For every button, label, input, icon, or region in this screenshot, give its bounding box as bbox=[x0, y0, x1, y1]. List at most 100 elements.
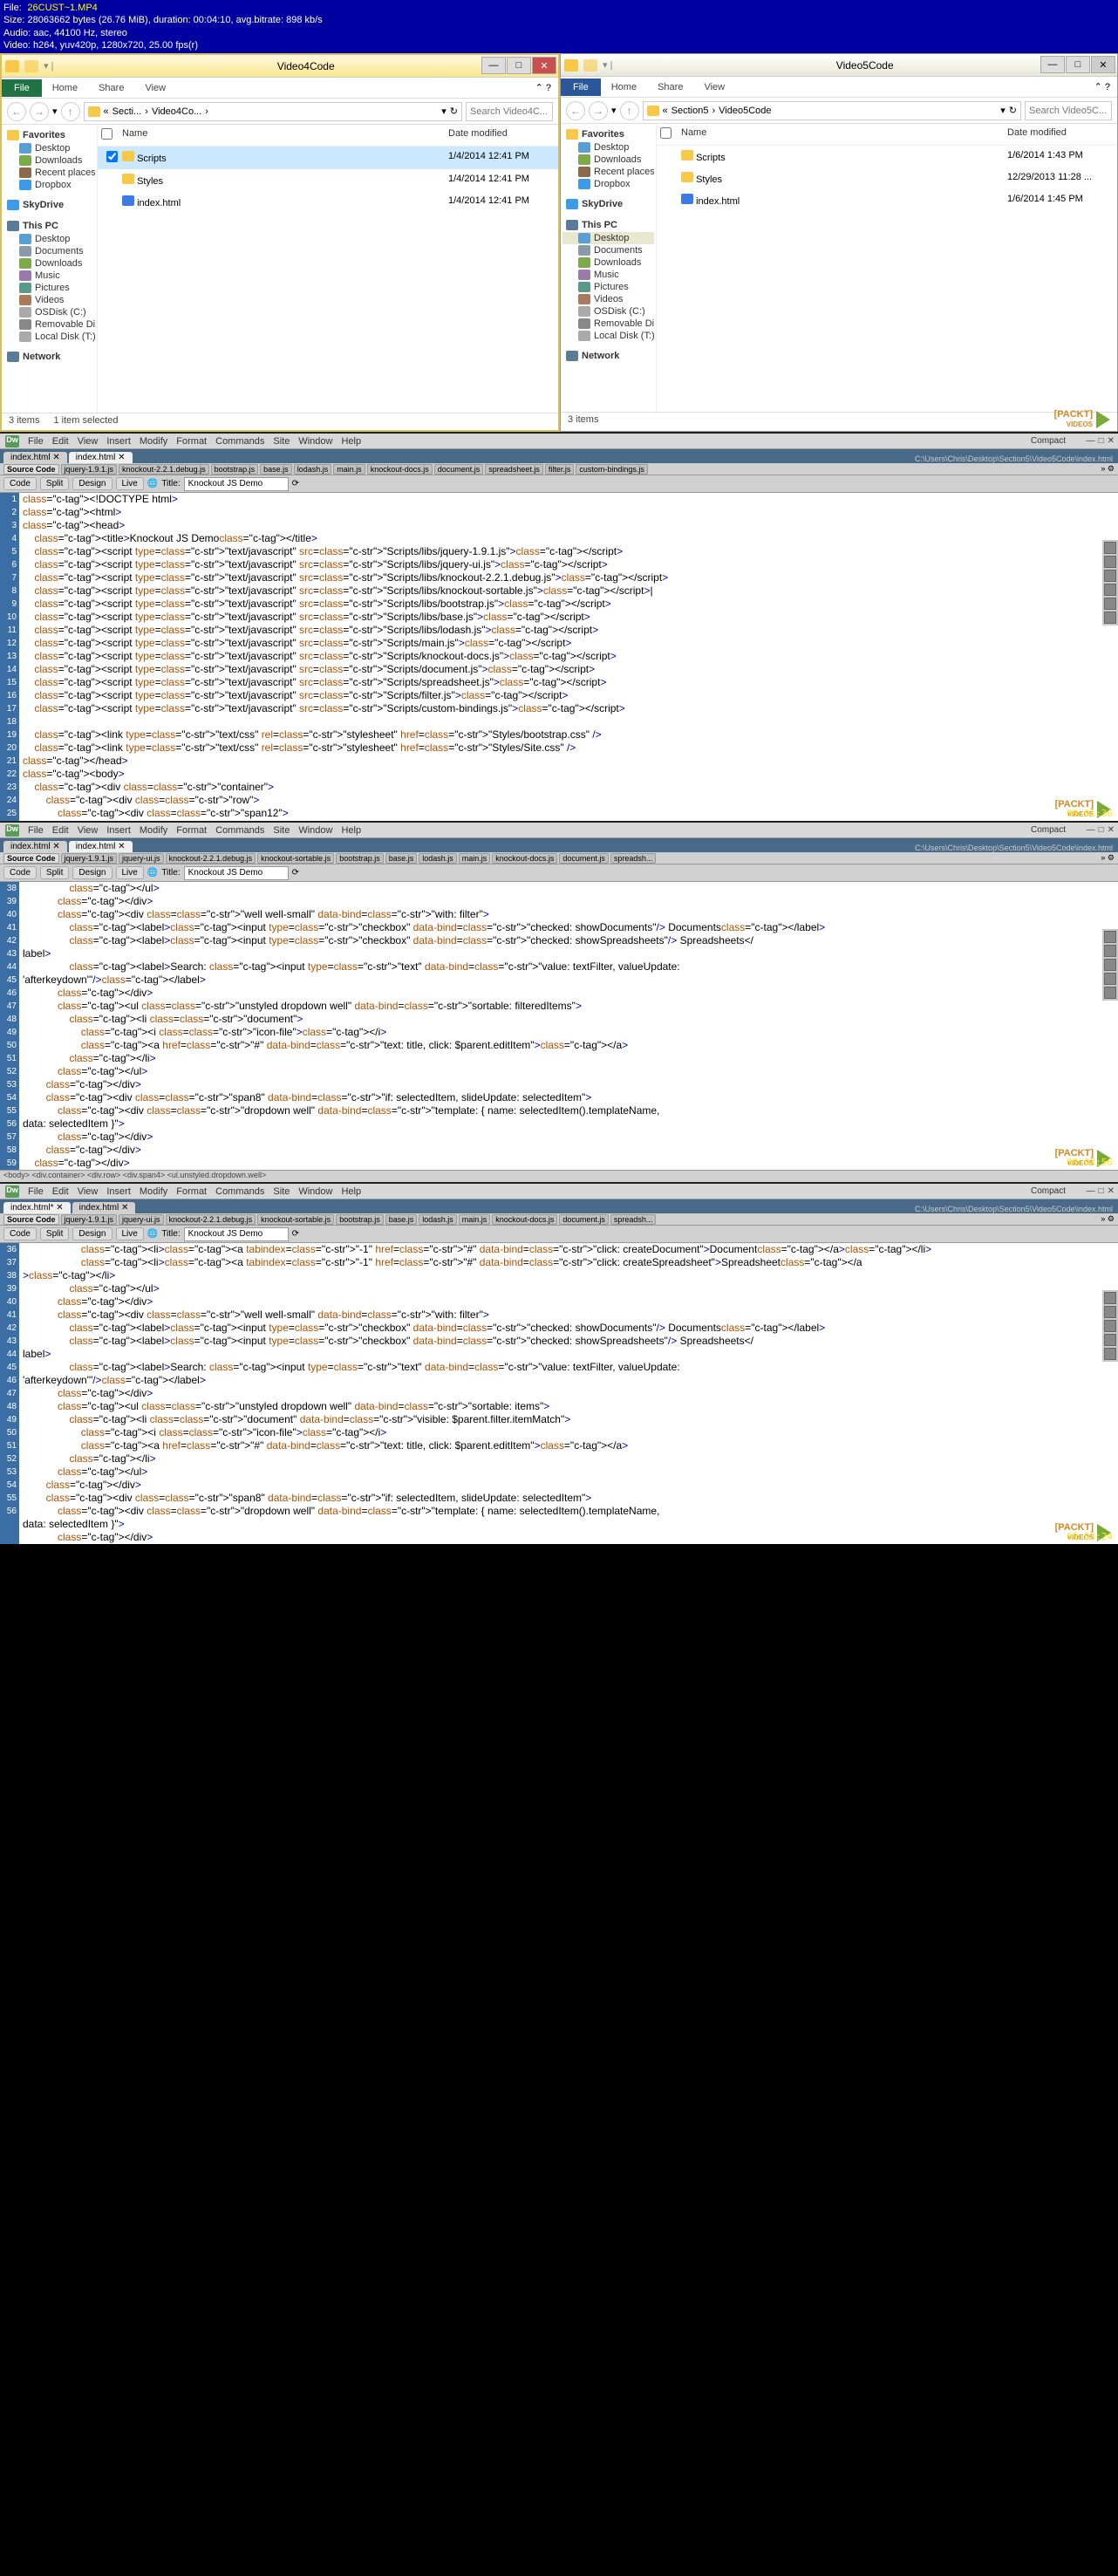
tool-icon[interactable] bbox=[1104, 598, 1116, 610]
maximize-icon[interactable]: □ bbox=[1099, 436, 1104, 446]
file-row[interactable]: index.html 1/6/2014 1:45 PM bbox=[657, 189, 1117, 211]
nav-pc-osdisk[interactable]: OSDisk (C:) bbox=[3, 306, 95, 318]
nav-pc-desktop[interactable]: Desktop bbox=[3, 233, 95, 245]
src-tab[interactable]: base.js bbox=[385, 1214, 418, 1225]
nav-pc-pictures[interactable]: Pictures bbox=[562, 281, 654, 293]
expand-icon[interactable]: ⌃ ? bbox=[528, 82, 558, 93]
col-name[interactable]: Name bbox=[119, 125, 445, 146]
tool-icon[interactable] bbox=[1104, 1306, 1116, 1318]
menu-insert[interactable]: Insert bbox=[106, 1186, 131, 1197]
menu-help[interactable]: Help bbox=[341, 436, 361, 447]
file-row[interactable]: Scripts 1/4/2014 12:41 PM bbox=[98, 147, 558, 169]
menu-file[interactable]: File bbox=[28, 436, 44, 447]
layout-dropdown[interactable]: Compact bbox=[1031, 1186, 1066, 1196]
tool-icon[interactable] bbox=[1104, 945, 1116, 957]
ribbon-view[interactable]: View bbox=[693, 79, 735, 96]
code-body[interactable]: class="c-tag"><!DOCTYPE html> class="c-t… bbox=[19, 493, 1118, 821]
src-tab[interactable]: document.js bbox=[559, 853, 609, 864]
view-design[interactable]: Design bbox=[72, 477, 112, 490]
tag-path[interactable]: <body> <div.container> <div.row> <div.sp… bbox=[0, 1170, 1118, 1182]
menu-edit[interactable]: Edit bbox=[52, 1186, 69, 1197]
tool-icon[interactable] bbox=[1104, 584, 1116, 596]
ribbon-share[interactable]: Share bbox=[88, 79, 134, 97]
search-input[interactable] bbox=[466, 102, 553, 121]
src-tab[interactable]: spreadsh... bbox=[610, 853, 657, 864]
minimize-icon[interactable]: — bbox=[1087, 436, 1095, 446]
down-icon[interactable]: ▾ bbox=[52, 106, 58, 117]
tool-icon[interactable] bbox=[1104, 1334, 1116, 1346]
src-tab[interactable]: Source Code bbox=[3, 1214, 59, 1225]
view-design[interactable]: Design bbox=[72, 866, 112, 879]
refresh-icon[interactable]: ↻ bbox=[1009, 105, 1017, 116]
src-tab[interactable]: knockout-docs.js bbox=[492, 1214, 557, 1225]
minimize-icon[interactable]: — bbox=[1087, 825, 1095, 835]
globe-icon[interactable]: 🌐 bbox=[147, 868, 158, 878]
menu-modify[interactable]: Modify bbox=[140, 825, 167, 836]
down-icon[interactable]: ▾ | bbox=[603, 59, 612, 71]
dropdown-icon[interactable]: ▾ bbox=[1000, 105, 1006, 116]
ribbon-view[interactable]: View bbox=[134, 79, 176, 97]
layout-dropdown[interactable]: Compact bbox=[1031, 825, 1066, 835]
favorites-group[interactable]: Favorites bbox=[562, 127, 654, 141]
tool-icon[interactable] bbox=[1104, 931, 1116, 943]
nav-dropbox[interactable]: Dropbox bbox=[562, 178, 654, 190]
menu-window[interactable]: Window bbox=[298, 1186, 332, 1197]
col-date[interactable]: Date modified bbox=[445, 125, 558, 146]
src-tab[interactable]: knockout-docs.js bbox=[492, 853, 557, 864]
thispc-group[interactable]: This PC bbox=[562, 218, 654, 232]
file-checkbox[interactable] bbox=[106, 151, 118, 162]
src-tab[interactable]: knockout-2.2.1.debug.js bbox=[166, 1214, 256, 1225]
up-button[interactable]: ↑ bbox=[620, 101, 639, 120]
menu-insert[interactable]: Insert bbox=[106, 436, 131, 447]
close-icon[interactable]: ✕ bbox=[1108, 1186, 1115, 1196]
menu-commands[interactable]: Commands bbox=[215, 436, 264, 447]
nav-pc-videos[interactable]: Videos bbox=[3, 294, 95, 306]
src-tab[interactable]: custom-bindings.js bbox=[576, 464, 648, 475]
tool-icon[interactable] bbox=[1104, 973, 1116, 985]
forward-button[interactable]: → bbox=[30, 102, 49, 121]
nav-pc-pictures[interactable]: Pictures bbox=[3, 282, 95, 294]
ribbon-home[interactable]: Home bbox=[601, 79, 647, 96]
nav-pc-downloads[interactable]: Downloads bbox=[562, 256, 654, 269]
minimize-button[interactable]: — bbox=[1040, 56, 1065, 73]
src-tab[interactable]: jquery-ui.js bbox=[119, 853, 164, 864]
tool-icon[interactable] bbox=[1104, 987, 1116, 999]
code-editor[interactable]: 1234567891011121314151617181920212223242… bbox=[0, 493, 1118, 821]
src-tab[interactable]: jquery-1.9.1.js bbox=[61, 853, 118, 864]
maximize-button[interactable]: □ bbox=[507, 57, 531, 74]
src-tab[interactable]: document.js bbox=[559, 1214, 609, 1225]
src-tab[interactable]: knockout-2.2.1.debug.js bbox=[119, 464, 209, 475]
breadcrumb[interactable]: « Secti...› Video4Co...› ▾ ↻ bbox=[84, 102, 462, 121]
menu-insert[interactable]: Insert bbox=[106, 825, 131, 836]
src-tab[interactable]: bootstrap.js bbox=[336, 1214, 384, 1225]
menu-modify[interactable]: Modify bbox=[140, 436, 167, 447]
maximize-button[interactable]: □ bbox=[1066, 56, 1090, 73]
file-tab[interactable]: index.html ✕ bbox=[69, 841, 133, 852]
ribbon-file[interactable]: File bbox=[2, 79, 42, 97]
file-row[interactable]: Styles 1/4/2014 12:41 PM bbox=[98, 169, 558, 191]
code-body[interactable]: class="c-tag"></ul> class="c-tag"></div>… bbox=[19, 882, 1118, 1170]
menu-edit[interactable]: Edit bbox=[52, 825, 69, 836]
nav-pc-localdisk[interactable]: Local Disk (T:) bbox=[562, 330, 654, 342]
nav-pc-removable[interactable]: Removable Dis... bbox=[562, 318, 654, 330]
file-tab[interactable]: index.html ✕ bbox=[3, 452, 67, 463]
menu-window[interactable]: Window bbox=[298, 436, 332, 447]
file-tab[interactable]: index.html ✕ bbox=[3, 841, 67, 852]
view-code[interactable]: Code bbox=[3, 1227, 37, 1240]
maximize-icon[interactable]: □ bbox=[1099, 825, 1104, 835]
code-editor[interactable]: 3637383940414243444546474849505152535455… bbox=[0, 1243, 1118, 1544]
select-all-checkbox[interactable] bbox=[101, 128, 112, 140]
menu-file[interactable]: File bbox=[28, 825, 44, 836]
code-editor[interactable]: 3839404142434445464748495051525354555657… bbox=[0, 882, 1118, 1170]
thispc-group[interactable]: This PC bbox=[3, 219, 95, 233]
file-tab[interactable]: index.html* ✕ bbox=[3, 1202, 71, 1213]
nav-downloads[interactable]: Downloads bbox=[562, 154, 654, 166]
nav-pc-osdisk[interactable]: OSDisk (C:) bbox=[562, 305, 654, 318]
view-live[interactable]: Live bbox=[116, 477, 144, 490]
menu-file[interactable]: File bbox=[28, 1186, 44, 1197]
globe-icon[interactable]: 🌐 bbox=[147, 479, 158, 489]
nav-pc-localdisk[interactable]: Local Disk (T:) bbox=[3, 331, 95, 343]
src-tab[interactable]: main.js bbox=[459, 853, 491, 864]
src-tab[interactable]: spreadsh... bbox=[610, 1214, 657, 1225]
nav-desktop[interactable]: Desktop bbox=[3, 142, 95, 154]
